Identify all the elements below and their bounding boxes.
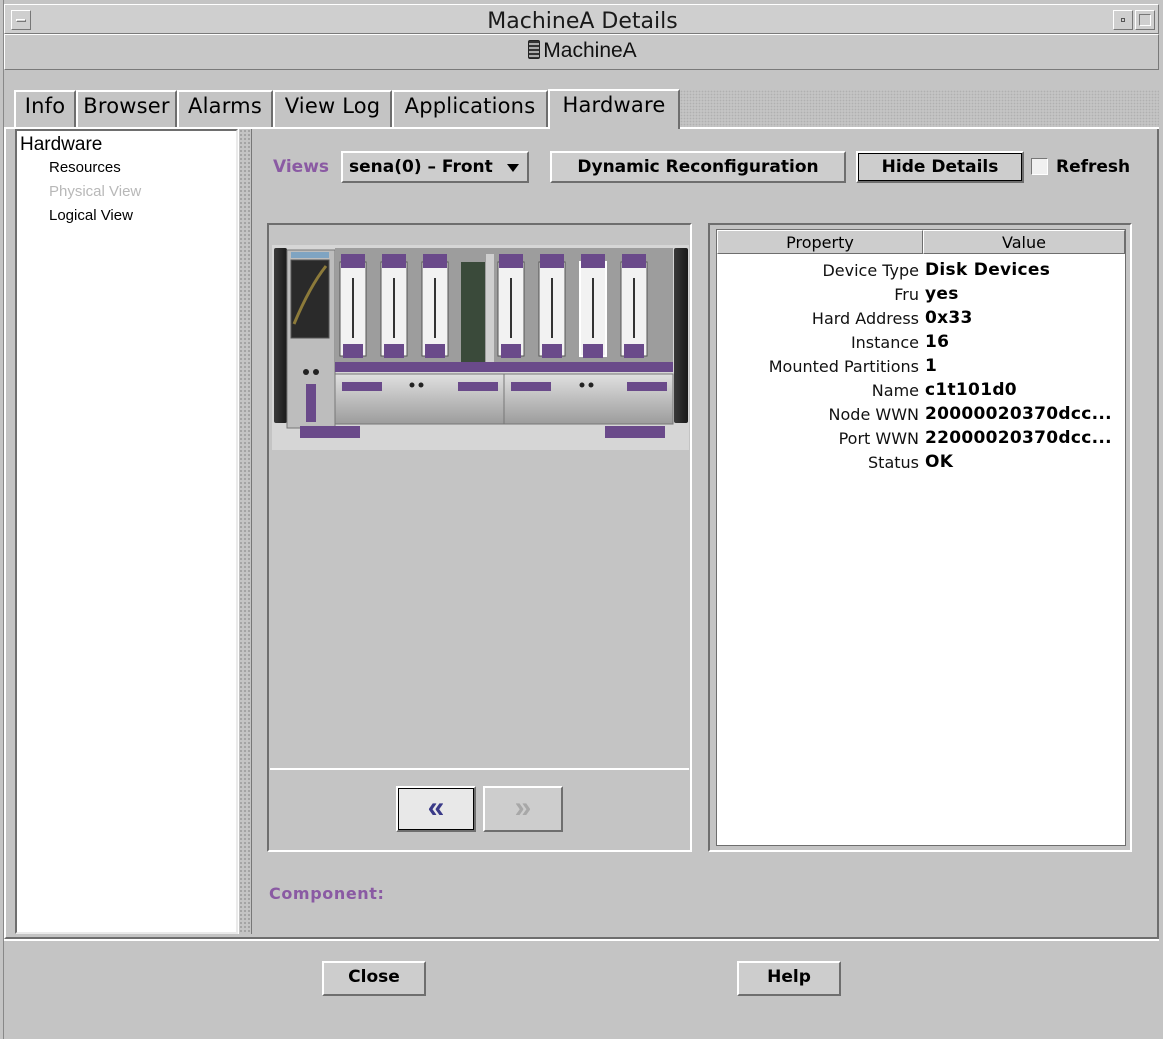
table-row[interactable]: Name c1t101d0 — [717, 379, 1125, 403]
property-value: yes — [925, 284, 959, 304]
property-value: 16 — [925, 332, 950, 352]
hardware-tree[interactable]: Hardware Resources Physical View Logical… — [15, 129, 238, 934]
window-title: MachineA Details — [487, 9, 678, 34]
host-header: MachineA — [4, 34, 1159, 70]
property-name: Fru — [894, 285, 919, 304]
view-navigation-area: « » — [270, 768, 689, 849]
property-name: Mounted Partitions — [768, 357, 919, 376]
property-name: Status — [868, 453, 919, 472]
chevron-left-icon: « — [427, 791, 445, 824]
tree-root-hardware[interactable]: Hardware — [20, 134, 102, 156]
close-button[interactable]: Close — [322, 961, 426, 996]
tab-hardware[interactable]: Hardware — [548, 89, 680, 129]
table-row[interactable]: Port WWN 22000020370dcc... — [717, 427, 1125, 451]
table-row[interactable]: Fru yes — [717, 283, 1125, 307]
property-value: 1 — [925, 356, 938, 376]
chevron-right-icon: » — [514, 791, 532, 824]
views-dropdown[interactable]: sena(0) – Front — [341, 151, 529, 183]
property-name: Hard Address — [811, 309, 919, 328]
tree-item-logical-view[interactable]: Logical View — [49, 207, 133, 224]
tab-browser[interactable]: Browser — [76, 90, 177, 127]
previous-view-button[interactable]: « — [396, 786, 476, 832]
tab-info[interactable]: Info — [14, 90, 76, 127]
refresh-label: Refresh — [1056, 157, 1131, 177]
physical-view-panel: « » — [267, 223, 692, 852]
refresh-checkbox[interactable] — [1031, 158, 1048, 175]
property-name: Port WWN — [838, 429, 919, 448]
property-value: 20000020370dcc... — [925, 404, 1112, 424]
property-table[interactable]: Property Value Device Type Disk Devices … — [716, 229, 1126, 846]
server-icon — [528, 40, 541, 59]
table-row[interactable]: Status OK — [717, 451, 1125, 475]
table-row[interactable]: Hard Address 0x33 — [717, 307, 1125, 331]
tab-strip-background — [680, 90, 1159, 127]
views-label: Views — [273, 157, 330, 177]
table-row[interactable]: Node WWN 20000020370dcc... — [717, 403, 1125, 427]
maximize-button[interactable] — [1135, 10, 1155, 30]
title-bar[interactable]: MachineA Details — [4, 4, 1159, 34]
table-row[interactable]: Device Type Disk Devices — [717, 259, 1125, 283]
tree-item-physical-view[interactable]: Physical View — [49, 183, 141, 200]
column-header-property[interactable]: Property — [717, 230, 923, 254]
column-header-value[interactable]: Value — [923, 230, 1125, 254]
property-value: 22000020370dcc... — [925, 428, 1112, 448]
property-name: Node WWN — [828, 405, 919, 424]
property-name: Device Type — [822, 261, 919, 280]
tab-alarms[interactable]: Alarms — [177, 90, 273, 127]
minimize-button[interactable] — [1113, 10, 1133, 30]
physical-view-canvas — [270, 226, 690, 766]
next-view-button[interactable]: » — [483, 786, 563, 832]
help-button[interactable]: Help — [737, 961, 841, 996]
tab-view-log[interactable]: View Log — [273, 90, 392, 127]
tree-item-resources[interactable]: Resources — [49, 159, 121, 176]
split-pane-divider[interactable] — [238, 129, 252, 934]
property-value: c1t101d0 — [925, 380, 1017, 400]
tab-applications[interactable]: Applications — [392, 90, 548, 127]
footer-divider — [4, 939, 1159, 941]
details-panel: Property Value Device Type Disk Devices … — [708, 223, 1132, 852]
property-value: 0x33 — [925, 308, 973, 328]
table-row[interactable]: Instance 16 — [717, 331, 1125, 355]
property-name: Name — [871, 381, 919, 400]
component-label: Component: — [269, 884, 385, 903]
chassis-front-image[interactable] — [270, 226, 690, 766]
views-dropdown-value: sena(0) – Front — [349, 157, 493, 177]
property-value: OK — [925, 452, 954, 472]
dropdown-arrow-icon — [507, 164, 519, 172]
dynamic-reconfiguration-button[interactable]: Dynamic Reconfiguration — [550, 151, 846, 183]
host-label: MachineA — [5, 39, 1160, 63]
table-row[interactable]: Mounted Partitions 1 — [717, 355, 1125, 379]
host-name: MachineA — [543, 39, 637, 62]
property-name: Instance — [850, 333, 919, 352]
property-value: Disk Devices — [925, 260, 1051, 280]
hide-details-button[interactable]: Hide Details — [856, 151, 1024, 183]
